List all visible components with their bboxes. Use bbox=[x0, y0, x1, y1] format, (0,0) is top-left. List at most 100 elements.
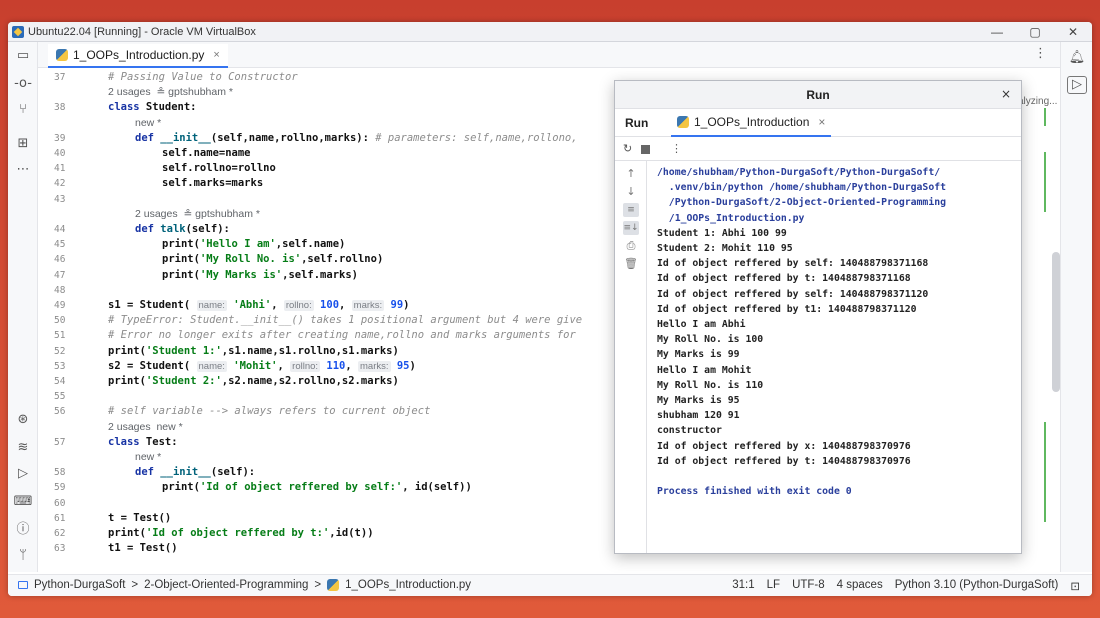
line-number: 43 bbox=[54, 193, 66, 205]
line-number: 59 bbox=[54, 482, 66, 494]
usage-hint[interactable]: 2 usages ≗ gptshubham * bbox=[108, 85, 233, 100]
usage-hint[interactable]: new * bbox=[135, 116, 161, 131]
layers-icon[interactable]: ≋ bbox=[13, 438, 33, 458]
line-number: 46 bbox=[54, 254, 66, 266]
code-text: print('My Marks is',self.marks) bbox=[162, 268, 358, 281]
crumb-file[interactable]: 1_OOPs_Introduction.py bbox=[345, 579, 471, 591]
code-text: def talk(self): bbox=[135, 223, 230, 235]
lock-icon[interactable]: ⊡ bbox=[1070, 579, 1080, 593]
rerun-icon[interactable]: ↻ bbox=[623, 142, 632, 155]
line-number: 38 bbox=[54, 102, 66, 114]
line-number: 49 bbox=[54, 300, 66, 311]
code-text: t1 = Test() bbox=[108, 542, 178, 555]
run-tab-1-oops-introduction[interactable]: 1_OOPs_Introduction × bbox=[671, 109, 832, 137]
soft-wrap-icon[interactable]: ≡ bbox=[623, 203, 639, 217]
scroll-up-icon[interactable]: ↑ bbox=[623, 167, 639, 181]
tab-1-oops-introduction[interactable]: 1_OOPs_Introduction.py × bbox=[48, 44, 228, 68]
file-encoding[interactable]: UTF-8 bbox=[792, 579, 825, 593]
console-line: Student 1: Abhi 100 99 bbox=[657, 227, 787, 239]
line-number: 56 bbox=[54, 406, 66, 418]
code-text: s2 = Student( name: 'Mohit', rollno: 110… bbox=[108, 359, 416, 372]
run-close-icon[interactable]: × bbox=[1001, 87, 1011, 101]
code-comment: # Passing Value to Constructor bbox=[108, 71, 298, 83]
line-number: 37 bbox=[54, 72, 66, 83]
trash-icon[interactable]: 🗑︎ bbox=[623, 257, 639, 271]
stop-icon[interactable] bbox=[641, 145, 650, 154]
scroll-to-end-icon[interactable]: ≡↓ bbox=[623, 221, 639, 235]
minimize-button[interactable]: — bbox=[978, 22, 1016, 42]
line-number: 51 bbox=[54, 330, 66, 342]
line-number: 62 bbox=[54, 528, 66, 539]
python-file-icon bbox=[677, 116, 689, 128]
usage-hint[interactable]: new * bbox=[135, 450, 161, 465]
status-bar: Python-DurgaSoft > 2-Object-Oriented-Pro… bbox=[8, 574, 1092, 596]
console-line: /Python-DurgaSoft/2-Object-Oriented-Prog… bbox=[657, 197, 947, 209]
close-window-button[interactable]: ✕ bbox=[1054, 22, 1092, 42]
bell-icon[interactable]: 🔔︎ bbox=[1067, 48, 1087, 68]
code-text: print('Student 2:',s2.name,s2.rollno,s2.… bbox=[108, 375, 399, 387]
terminal-icon[interactable]: ⌨ bbox=[13, 492, 33, 512]
line-number: 53 bbox=[54, 360, 66, 372]
console-line: /home/shubham/Python-DurgaSoft/Python-Du… bbox=[657, 167, 941, 178]
structure-icon[interactable]: ⊞ bbox=[13, 134, 33, 154]
tab-close-icon[interactable]: × bbox=[213, 49, 219, 61]
code-text: s1 = Student( name: 'Abhi', rollno: 100,… bbox=[108, 299, 410, 311]
line-number: 41 bbox=[54, 163, 66, 175]
commit-icon[interactable]: -o- bbox=[13, 74, 33, 94]
run-window-title: Run bbox=[615, 81, 1021, 109]
virtualbox-logo-icon bbox=[12, 25, 24, 38]
crumb-separator: > bbox=[314, 579, 322, 591]
analyzing-status: alyzing... bbox=[1018, 96, 1058, 107]
run-icon[interactable]: ▷ bbox=[13, 464, 33, 484]
more-options-icon[interactable]: ⋮ bbox=[671, 142, 682, 155]
code-text: class Test: bbox=[108, 435, 178, 448]
line-number: 40 bbox=[54, 148, 66, 159]
line-number: 45 bbox=[54, 239, 66, 251]
code-text: def __init__(self,name,rollno,marks): # … bbox=[135, 131, 578, 144]
line-number: 47 bbox=[54, 269, 66, 281]
run-tab-close-icon[interactable]: × bbox=[818, 115, 825, 129]
crumb-folder[interactable]: 2-Object-Oriented-Programming bbox=[144, 579, 308, 591]
console-line: My Marks is 99 bbox=[657, 349, 740, 361]
problems-icon[interactable]: ⓘ bbox=[13, 520, 33, 540]
change-marker bbox=[1044, 108, 1046, 126]
python-file-icon bbox=[56, 49, 68, 61]
run-side-toolbar: ↑ ↓ ≡ ≡↓ ⎙ 🗑︎ bbox=[615, 161, 647, 553]
indent-setting[interactable]: 4 spaces bbox=[837, 579, 883, 593]
line-number: 55 bbox=[54, 391, 66, 403]
console-line: Hello I am Mohit bbox=[657, 364, 752, 376]
console-line: /1_OOPs_Introduction.py bbox=[657, 212, 805, 224]
play-icon[interactable]: ▷ bbox=[1067, 76, 1087, 94]
folder-icon[interactable]: ▭ bbox=[13, 46, 33, 66]
console-line: Id of object reffered by x: 140488798370… bbox=[657, 440, 911, 452]
crumb-project[interactable]: Python-DurgaSoft bbox=[34, 579, 125, 591]
python-console-icon[interactable]: ⊛ bbox=[13, 410, 33, 430]
branches-icon[interactable]: ⑂ bbox=[13, 100, 33, 120]
console-line: shubham 120 91 bbox=[657, 410, 740, 422]
scroll-down-icon[interactable]: ↓ bbox=[623, 185, 639, 199]
code-text: def __init__(self): bbox=[135, 466, 256, 479]
cursor-position[interactable]: 31:1 bbox=[732, 579, 754, 593]
change-marker bbox=[1044, 152, 1046, 212]
console-line: Id of object reffered by t1: 14048879837… bbox=[657, 303, 917, 315]
tab-options-icon[interactable]: ⋮ bbox=[1034, 46, 1047, 61]
line-number: 50 bbox=[54, 315, 66, 327]
line-number: 63 bbox=[54, 543, 66, 555]
console-line: Id of object reffered by self: 140488798… bbox=[657, 258, 929, 270]
git-icon[interactable]: ᛘ bbox=[13, 546, 33, 566]
run-tool-window: Run × Run 1_OOPs_Introduction × ↻ ⋮ ↑ ↓ … bbox=[614, 80, 1022, 554]
console-line: Id of object reffered by t: 140488798371… bbox=[657, 273, 911, 285]
line-ending[interactable]: LF bbox=[767, 579, 780, 593]
code-text: print('Student 1:',s1.name,s1.rollno,s1.… bbox=[108, 344, 399, 357]
right-tool-strip: 🔔︎ ▷ bbox=[1060, 42, 1092, 572]
interpreter[interactable]: Python 3.10 (Python-DurgaSoft) bbox=[895, 579, 1059, 593]
console-line: My Roll No. is 110 bbox=[657, 379, 764, 391]
maximize-button[interactable]: ▢ bbox=[1016, 22, 1054, 42]
editor-scrollbar[interactable] bbox=[1052, 252, 1060, 392]
more-icon[interactable]: ⋯ bbox=[13, 160, 33, 180]
change-marker bbox=[1044, 422, 1046, 522]
code-comment: # Error no longer exits after creating n… bbox=[108, 329, 576, 342]
usage-hint[interactable]: 2 usages new * bbox=[108, 420, 183, 435]
usage-hint[interactable]: 2 usages ≗ gptshubham * bbox=[135, 207, 260, 222]
print-icon[interactable]: ⎙ bbox=[623, 239, 639, 253]
